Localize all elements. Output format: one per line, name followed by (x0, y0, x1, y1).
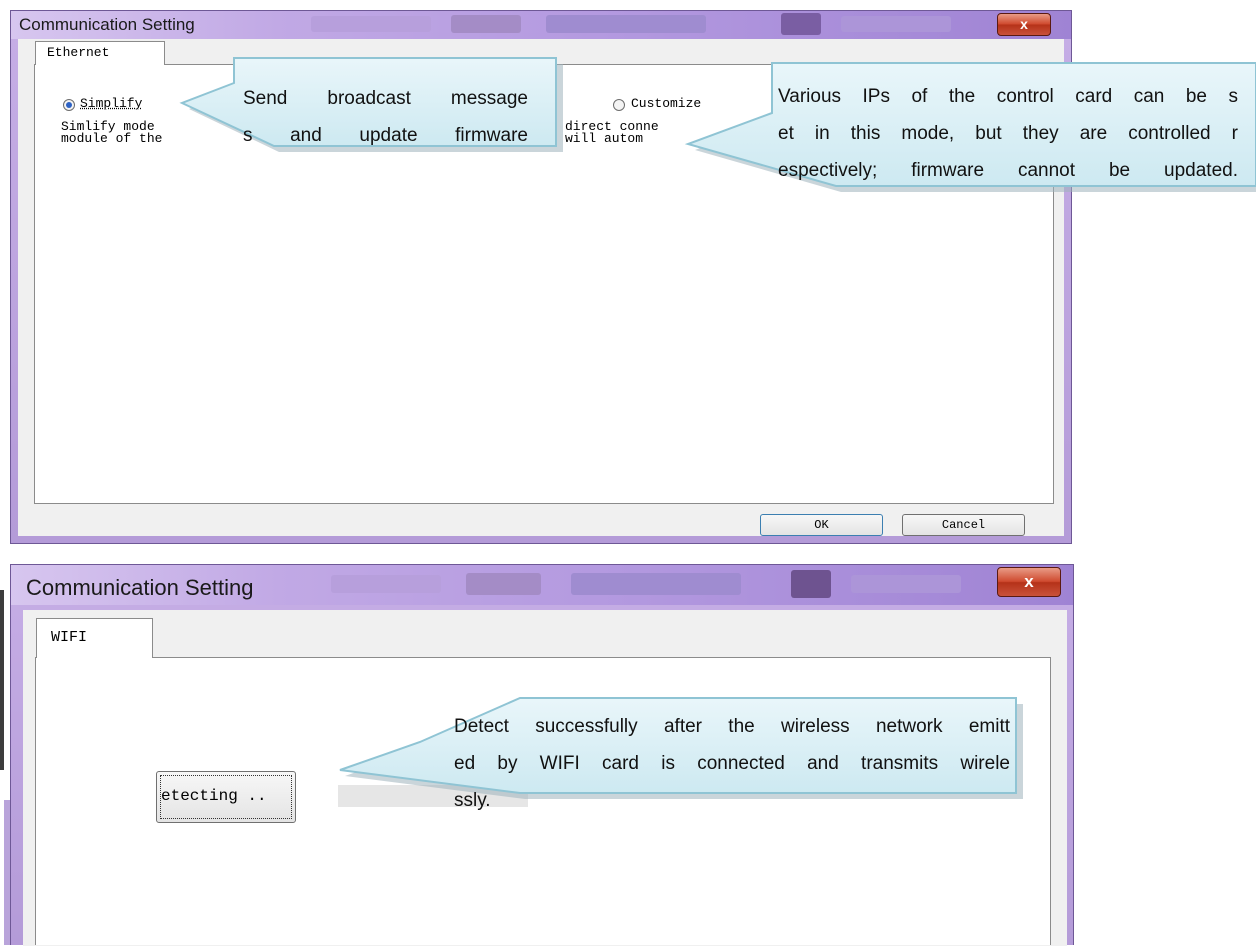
blurred-taskbar-item (466, 573, 541, 595)
tab-wifi-label: WIFI (51, 629, 88, 646)
background-window-edge (4, 800, 10, 945)
blurred-taskbar-item (851, 575, 961, 593)
close-button[interactable]: x (997, 13, 1051, 36)
simplify-callout-text: Send broadcast message s and update firm… (243, 80, 528, 154)
callout-line: ssly. (454, 790, 491, 811)
tab-ethernet[interactable]: Ethernet (35, 41, 165, 65)
customize-callout-text: Various IPs of the control card can be s… (778, 78, 1238, 189)
simplify-radio-label[interactable]: Simplify (80, 96, 142, 111)
blurred-taskbar-item (571, 573, 741, 595)
customize-description-line: will autom (565, 131, 644, 146)
background-window-edge (0, 590, 4, 770)
wifi-callout-text: Detect successfully after the wireless n… (454, 708, 1010, 819)
callout-line: espectively; firmware cannot be updated. (778, 160, 1238, 181)
callout-line: Various IPs of the control card can be s (778, 86, 1238, 107)
simplify-radio[interactable] (63, 99, 75, 111)
ok-button[interactable]: OK (760, 514, 883, 536)
callout-line: s and update firmware (243, 125, 528, 146)
callout-line: et in this mode, but they are controlled… (778, 123, 1238, 144)
customize-radio-label[interactable]: Customize (631, 96, 701, 111)
tab-wifi[interactable]: WIFI (36, 618, 153, 658)
blurred-taskbar-item (311, 16, 431, 32)
dialog-title: Communication Setting (19, 15, 195, 34)
dialog-title: Communication Setting (26, 575, 254, 600)
close-button[interactable]: x (997, 567, 1061, 597)
blurred-taskbar-item (781, 13, 821, 35)
cancel-button[interactable]: Cancel (902, 514, 1025, 536)
callout-line: Detect successfully after the wireless n… (454, 716, 1010, 737)
blurred-taskbar-item (791, 570, 831, 598)
tab-ethernet-label: Ethernet (47, 45, 110, 60)
blurred-taskbar-item (546, 15, 706, 33)
detecting-button[interactable]: etecting .. (156, 771, 296, 823)
title-bar[interactable]: Communication Setting x (11, 11, 1071, 39)
callout-line: Send broadcast message (243, 88, 528, 109)
callout-line: ed by WIFI card is connected and transmi… (454, 753, 1010, 774)
customize-radio[interactable] (613, 99, 625, 111)
blurred-taskbar-item (451, 15, 521, 33)
simplify-description-line: module of the (61, 131, 163, 146)
blurred-taskbar-item (841, 16, 951, 32)
blurred-taskbar-item (331, 575, 441, 593)
title-bar[interactable]: Communication Setting x (11, 565, 1073, 605)
